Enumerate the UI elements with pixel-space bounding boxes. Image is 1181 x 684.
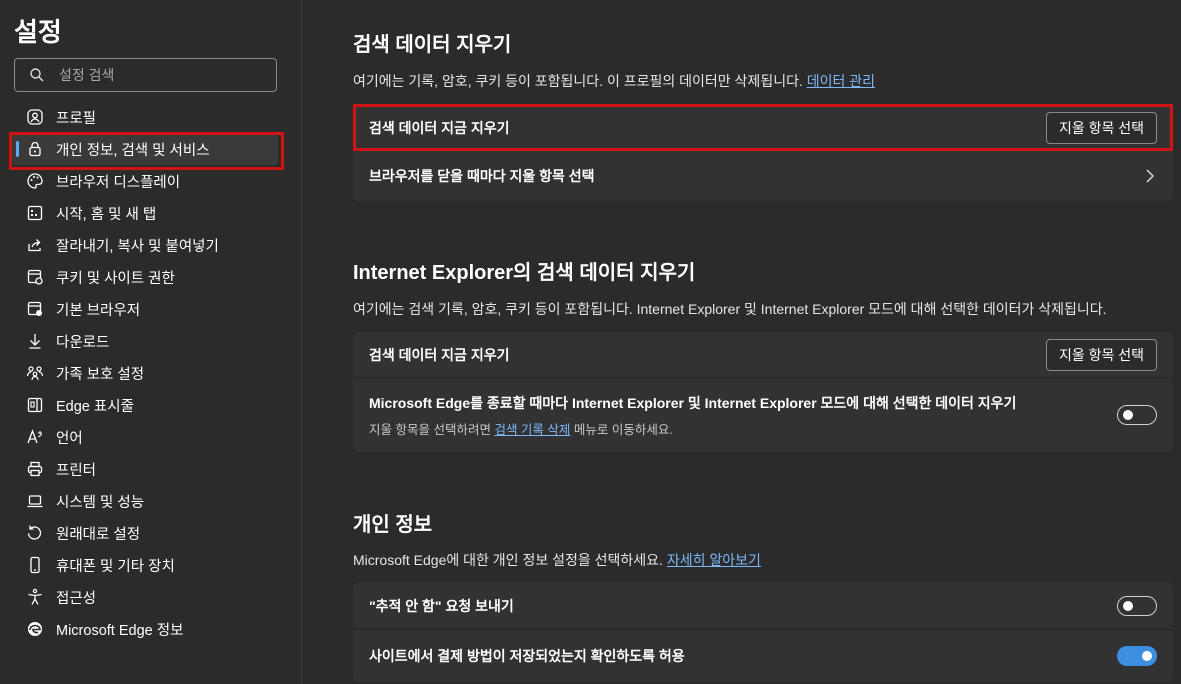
sidebar-item-reset[interactable]: 원래대로 설정: [12, 517, 278, 549]
sidebar-item-about-edge[interactable]: Microsoft Edge 정보: [12, 613, 278, 645]
sidebar-item-label: Edge 표시줄: [56, 398, 134, 415]
settings-title: 설정: [14, 17, 62, 47]
ie-clear-on-exit-toggle[interactable]: [1117, 405, 1157, 425]
settings-search-input[interactable]: [59, 67, 259, 83]
site-permissions-icon: [26, 268, 44, 286]
settings-search-box[interactable]: [14, 58, 277, 92]
sidebar-item-label: 시작, 홈 및 새 탭: [56, 206, 157, 223]
sidebar-item-label: 접근성: [56, 590, 97, 607]
chevron-right-icon: [1145, 169, 1155, 183]
ie-clear-on-exit-row: Microsoft Edge를 종료할 때마다 Internet Explore…: [353, 378, 1173, 452]
share-icon: [26, 236, 44, 254]
sidebar-item-label: 브라우저 디스플레이: [56, 174, 181, 191]
sidebar-item-label: 시스템 및 성능: [56, 494, 145, 511]
payment-check-row: 사이트에서 결제 방법이 저장되었는지 확인하도록 허용: [353, 630, 1173, 682]
sidebar-item-start-home[interactable]: 시작, 홈 및 새 탭: [12, 197, 278, 229]
ie-clear-now-row: 검색 데이터 지금 지우기 지울 항목 선택: [353, 332, 1173, 378]
sidebar-item-downloads[interactable]: 다운로드: [12, 325, 278, 357]
main-content: 검색 데이터 지우기 여기에는 기록, 암호, 쿠키 등이 포함됩니다. 이 프…: [303, 0, 1181, 684]
sidebar-item-system[interactable]: 시스템 및 성능: [12, 485, 278, 517]
sidebar-item-label: 언어: [56, 430, 83, 447]
clear-data-desc: 여기에는 기록, 암호, 쿠키 등이 포함됩니다. 이 프로필의 데이터만 삭제…: [353, 71, 875, 91]
language-icon: [26, 428, 44, 446]
sidebar-item-label: 가족 보호 설정: [56, 366, 145, 383]
edge-bar-icon: [26, 396, 44, 414]
sidebar-item-label: 개인 정보, 검색 및 서비스: [56, 142, 210, 159]
sidebar-item-edge-bar[interactable]: Edge 표시줄: [12, 389, 278, 421]
choose-what-to-clear-button[interactable]: 지울 항목 선택: [1045, 112, 1157, 144]
laptop-icon: [26, 492, 44, 510]
accessibility-icon: [26, 588, 44, 606]
toggle-knob: [1123, 600, 1133, 611]
clear-data-card: 검색 데이터 지금 지우기 지울 항목 선택 브라우저를 닫을 때마다 지울 항…: [353, 106, 1173, 201]
ie-clear-now-label: 검색 데이터 지금 지우기: [369, 346, 510, 363]
profile-icon: [26, 108, 44, 126]
sidebar-item-label: 프로필: [56, 110, 97, 127]
family-icon: [26, 364, 44, 382]
clear-on-close-label: 브라우저를 닫을 때마다 지울 항목 선택: [369, 168, 595, 184]
privacy-card: "추적 안 함" 요청 보내기 사이트에서 결제 방법이 저장되었는지 확인하도…: [353, 582, 1173, 682]
toggle-knob: [1123, 410, 1133, 420]
printer-icon: [26, 460, 44, 478]
ie-data-desc: 여기에는 검색 기록, 암호, 쿠키 등이 포함됩니다. Internet Ex…: [353, 301, 1107, 317]
sidebar-item-privacy[interactable]: 개인 정보, 검색 및 서비스: [12, 133, 278, 165]
ie-clear-on-exit-label: Microsoft Edge를 종료할 때마다 Internet Explore…: [369, 394, 1017, 411]
payment-check-toggle[interactable]: [1117, 646, 1157, 666]
manage-data-link[interactable]: 데이터 관리: [807, 73, 875, 89]
settings-nav: 프로필 개인 정보, 검색 및 서비스 브라우저 디스플레이 시작, 홈 및 새…: [0, 101, 302, 645]
clear-now-row: 검색 데이터 지금 지우기 지울 항목 선택: [353, 106, 1173, 151]
sidebar-item-phone[interactable]: 휴대폰 및 기타 장치: [12, 549, 278, 581]
do-not-track-toggle[interactable]: [1117, 595, 1157, 616]
sidebar-item-label: 기본 브라우저: [56, 302, 141, 319]
sidebar-item-label: Microsoft Edge 정보: [56, 622, 184, 639]
sidebar-item-label: 쿠키 및 사이트 권한: [56, 270, 175, 287]
ie-data-title: Internet Explorer의 검색 데이터 지우기: [353, 262, 696, 284]
ie-clear-on-exit-subtext: 지울 항목을 선택하려면 검색 기록 삭제 메뉴로 이동하세요.: [369, 419, 673, 438]
sidebar-item-default-browser[interactable]: 기본 브라우저: [12, 293, 278, 325]
sidebar-item-profile[interactable]: 프로필: [12, 101, 278, 133]
payment-check-label: 사이트에서 결제 방법이 저장되었는지 확인하도록 허용: [369, 648, 685, 664]
sidebar-item-label: 잘라내기, 복사 및 붙여넣기: [56, 238, 219, 255]
clear-data-title: 검색 데이터 지우기: [353, 34, 512, 56]
reset-icon: [26, 524, 44, 542]
sidebar-item-language[interactable]: 언어: [12, 421, 278, 453]
sidebar-item-label: 프린터: [56, 462, 97, 479]
do-not-track-row: "추적 안 함" 요청 보내기: [353, 582, 1173, 630]
privacy-title: 개인 정보: [353, 514, 433, 536]
clear-on-close-row[interactable]: 브라우저를 닫을 때마다 지울 항목 선택: [353, 151, 1173, 201]
subtext-post: 메뉴로 이동하세요.: [573, 422, 673, 437]
learn-more-link[interactable]: 자세히 알아보기: [667, 552, 761, 568]
subtext-pre: 지울 항목을 선택하려면: [369, 422, 491, 437]
sidebar-item-share-copy-paste[interactable]: 잘라내기, 복사 및 붙여넣기: [12, 229, 278, 261]
download-icon: [26, 332, 44, 350]
search-icon: [29, 67, 45, 83]
do-not-track-label: "추적 안 함" 요청 보내기: [369, 597, 514, 614]
toggle-knob: [1142, 651, 1152, 661]
browser-icon: [26, 300, 44, 318]
privacy-desc: Microsoft Edge에 대한 개인 정보 설정을 선택하세요. 자세히 …: [353, 550, 761, 570]
clear-data-desc-text: 여기에는 기록, 암호, 쿠키 등이 포함됩니다. 이 프로필의 데이터만 삭제…: [353, 73, 803, 89]
sidebar-item-appearance[interactable]: 브라우저 디스플레이: [12, 165, 278, 197]
sidebar-item-cookies[interactable]: 쿠키 및 사이트 권한: [12, 261, 278, 293]
grid-icon: [26, 204, 44, 222]
sidebar-item-family[interactable]: 가족 보호 설정: [12, 357, 278, 389]
sidebar-item-label: 다운로드: [56, 334, 110, 351]
sidebar-item-label: 휴대폰 및 기타 장치: [56, 558, 175, 575]
clear-now-label: 검색 데이터 지금 지우기: [369, 120, 510, 136]
sidebar: 설정 프로필 개인 정보, 검색 및 서비스 브라우저 디스플레이 시작, 홈 …: [0, 0, 302, 684]
sidebar-item-label: 원래대로 설정: [56, 526, 141, 543]
ie-data-card: 검색 데이터 지금 지우기 지울 항목 선택 Microsoft Edge를 종…: [353, 332, 1173, 452]
phone-icon: [26, 556, 44, 574]
palette-icon: [26, 172, 44, 190]
edge-logo-icon: [26, 620, 44, 638]
sidebar-item-printers[interactable]: 프린터: [12, 453, 278, 485]
lock-icon: [26, 140, 44, 158]
delete-history-link[interactable]: 검색 기록 삭제: [494, 423, 570, 437]
sidebar-item-accessibility[interactable]: 접근성: [12, 581, 278, 613]
ie-choose-what-to-clear-button[interactable]: 지울 항목 선택: [1045, 338, 1157, 371]
privacy-desc-text: Microsoft Edge에 대한 개인 정보 설정을 선택하세요.: [353, 552, 663, 568]
